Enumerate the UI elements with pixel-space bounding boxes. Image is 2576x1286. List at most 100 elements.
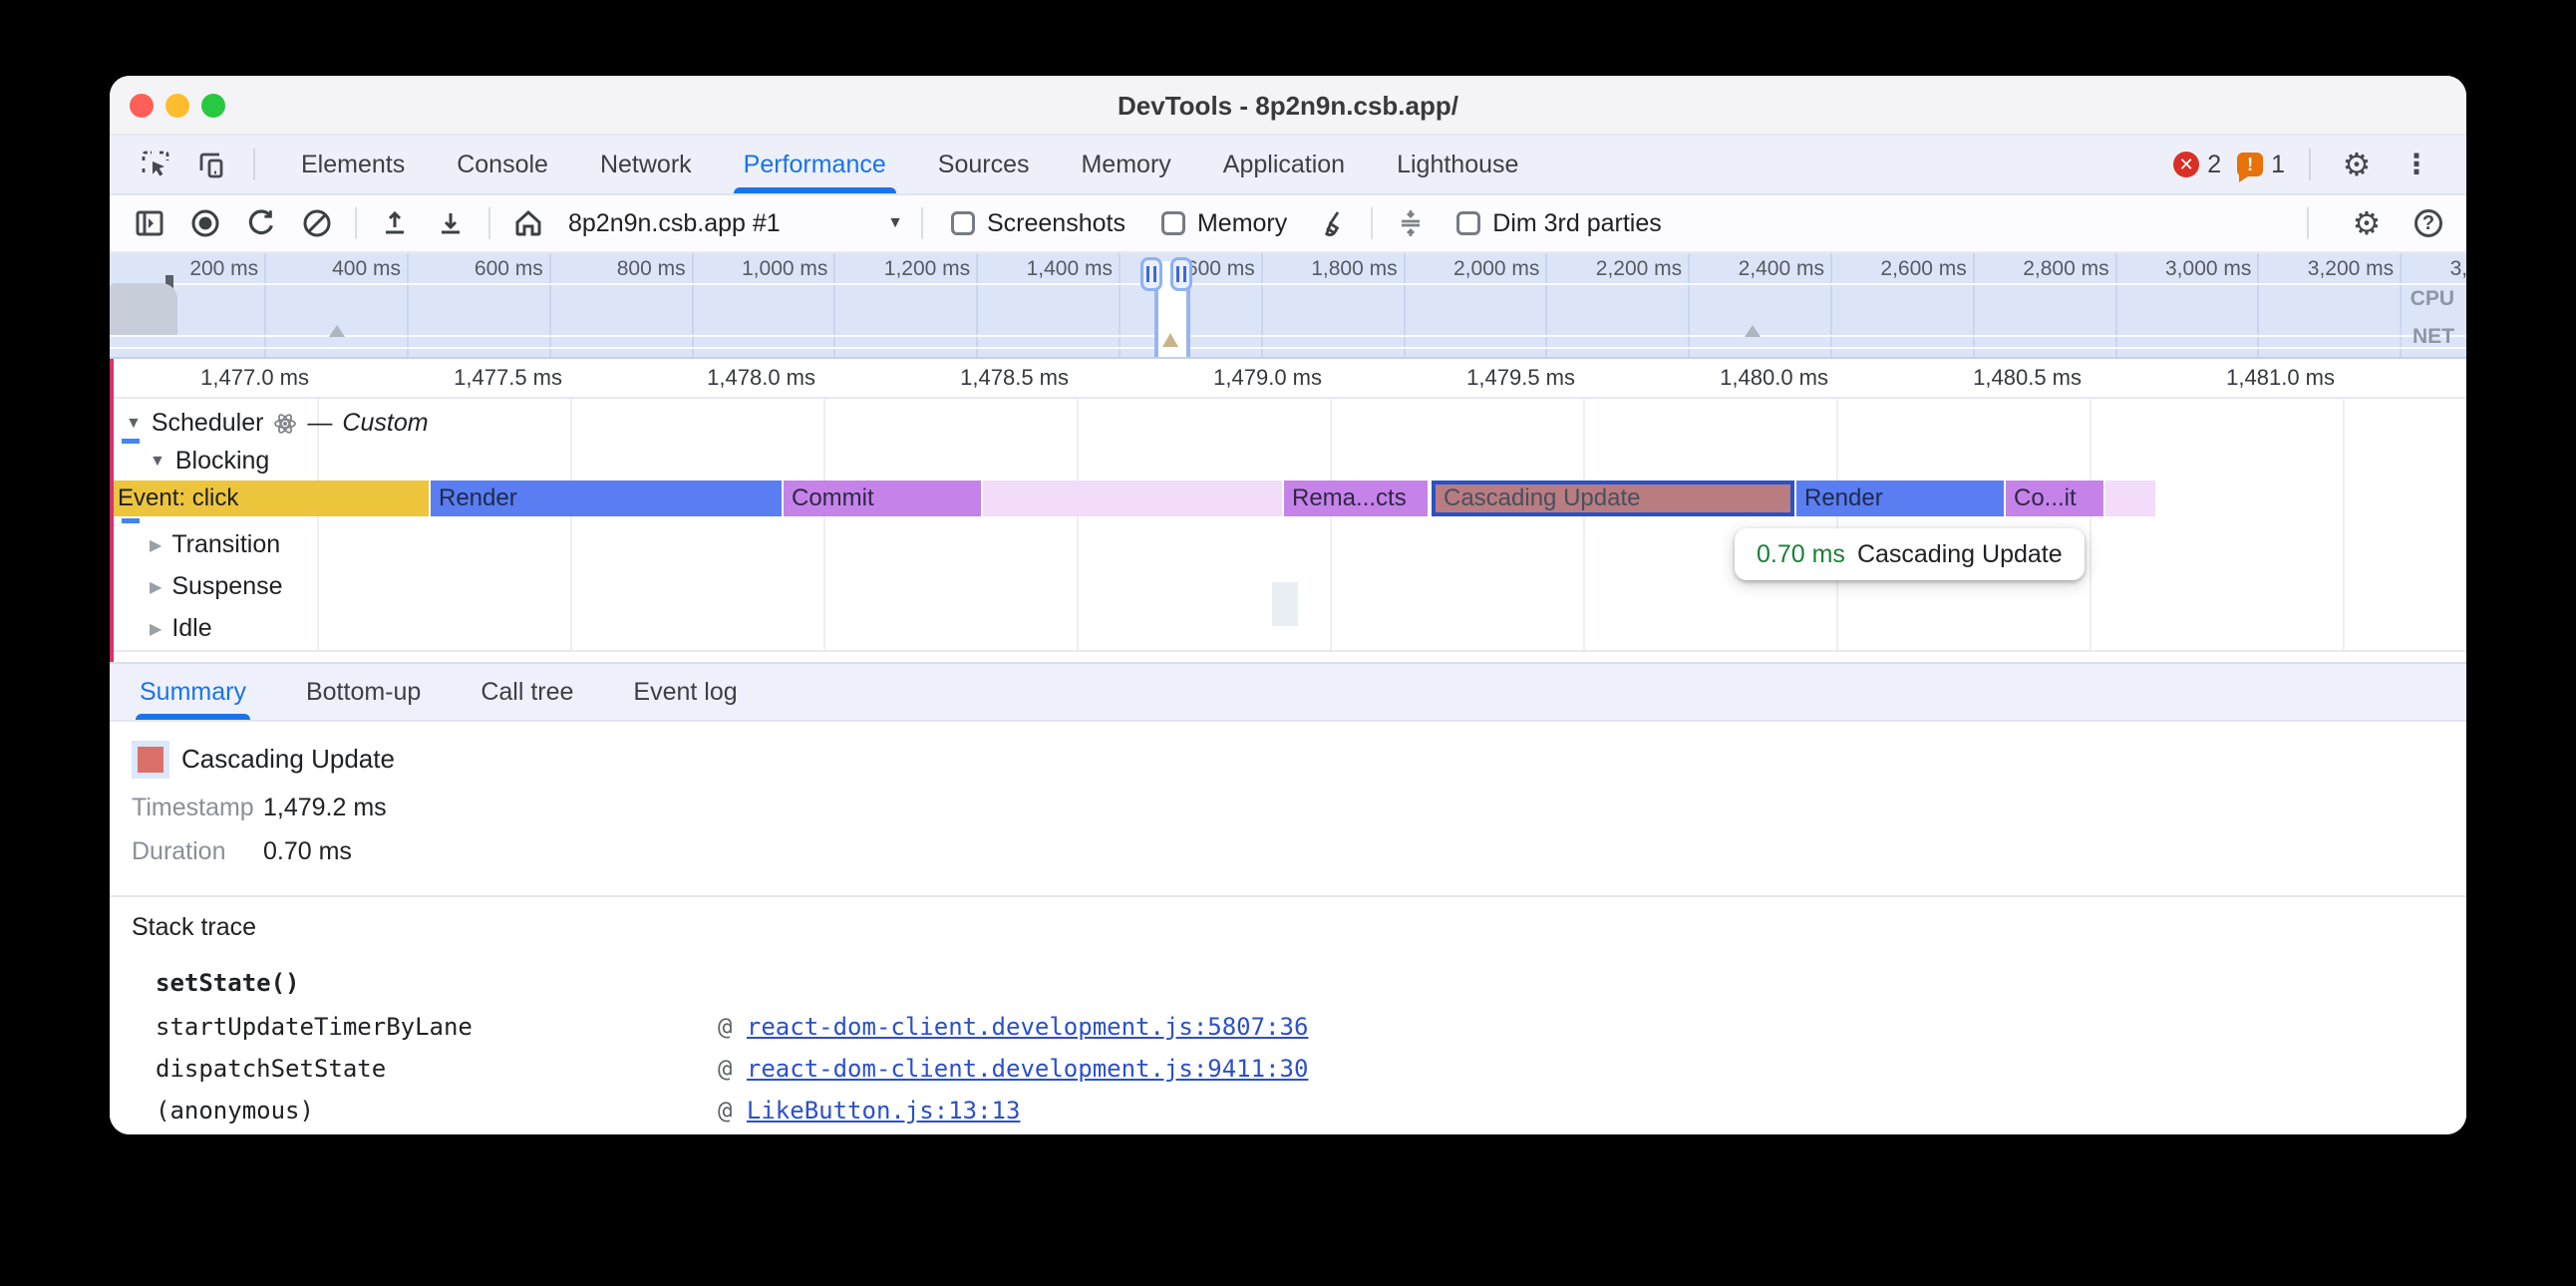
scrubber-right-handle[interactable]	[1170, 257, 1192, 291]
timeline-overview[interactable]: CPU NET 200 ms400 ms600 ms800 ms1,000 ms…	[110, 253, 2466, 359]
triangle-collapsed-icon[interactable]: ▶	[150, 577, 161, 597]
more-options-icon[interactable]: ⋮	[2395, 143, 2438, 186]
flame-bar-label: Commit	[792, 484, 874, 511]
event-color-swatch	[138, 747, 163, 773]
details-tab-summary[interactable]: Summary	[140, 664, 246, 720]
summary-title: Cascading Update	[181, 744, 395, 775]
triangle-collapsed-icon[interactable]: ▶	[150, 535, 161, 555]
device-toolbar-icon[interactable]	[189, 143, 233, 186]
flame-bar-render[interactable]: Render	[429, 481, 782, 516]
overview-marker-icon	[329, 317, 345, 337]
collect-garbage-icon[interactable]	[1311, 201, 1355, 245]
group-idle[interactable]: ▶Idle	[150, 614, 212, 643]
cpu-lane-label: CPU	[2411, 287, 2454, 311]
separator	[488, 207, 490, 239]
flame-bar-co-it[interactable]: Co...it	[2004, 481, 2103, 516]
overview-tick-label: 3,400 ms	[2450, 257, 2466, 281]
stack-trace-header: Stack trace	[132, 913, 256, 942]
tab-sources[interactable]: Sources	[912, 136, 1056, 193]
flame-chart[interactable]: ▼ Scheduler — Custom ▼ Blocking Event: c…	[110, 399, 2466, 662]
overview-gridline	[2115, 253, 2117, 357]
details-tab-bottom-up[interactable]: Bottom-up	[306, 664, 421, 720]
load-profile-icon[interactable]	[373, 201, 417, 245]
group-blocking[interactable]: ▼ Blocking	[150, 447, 269, 476]
chevron-down-icon: ▼	[887, 214, 903, 232]
desktop-background: DevTools - 8p2n9n.csb.app/	[0, 0, 2576, 1286]
toggle-sidebar-icon[interactable]	[128, 201, 171, 245]
overview-gridline	[1545, 253, 1547, 357]
summary-panel: Cascading Update Timestamp1,479.2 msDura…	[110, 724, 2466, 1134]
source-location-link[interactable]: react-dom-client.development.js:9411:30	[747, 1055, 1309, 1083]
help-icon[interactable]: ?	[2415, 209, 2442, 237]
scrubber-left-handle[interactable]	[1140, 257, 1162, 291]
tab-label: Elements	[301, 151, 405, 179]
flame-bar-rema-cts[interactable]: Rema...cts	[1282, 481, 1428, 516]
triangle-collapsed-icon[interactable]: ▶	[150, 619, 161, 639]
checkbox-icon	[1456, 211, 1480, 235]
overview-gridline	[1688, 253, 1690, 357]
tab-elements[interactable]: Elements	[275, 136, 431, 193]
record-icon[interactable]	[183, 201, 227, 245]
memory-checkbox[interactable]: Memory	[1161, 209, 1287, 238]
console-errors-badge[interactable]: ✕ 2	[2173, 151, 2221, 179]
ruler-tick-label: 1,479.5 ms	[1466, 365, 1583, 391]
ruler-tick-label: 1,480.0 ms	[1720, 365, 1836, 391]
overview-marker-icon	[1745, 317, 1761, 337]
summary-row-label: Timestamp	[132, 794, 243, 822]
ruler-tick-label: 1,481.0 ms	[2226, 365, 2343, 391]
screenshots-label: Screenshots	[987, 209, 1126, 238]
scrubber-marker-icon	[1162, 325, 1178, 347]
overview-tick-label: 3,000 ms	[2165, 257, 2257, 281]
overview-gridline	[1261, 253, 1263, 357]
divider	[110, 895, 2466, 897]
source-location-link[interactable]: LikeButton.js:13:13	[747, 1097, 1021, 1125]
details-tab-call-tree[interactable]: Call tree	[481, 664, 573, 720]
tab-memory[interactable]: Memory	[1055, 136, 1196, 193]
capture-settings-gear-icon[interactable]: ⚙	[2345, 201, 2389, 245]
group-label: Transition	[171, 530, 280, 559]
net-lane-label: NET	[2413, 325, 2454, 349]
tab-application[interactable]: Application	[1197, 136, 1371, 193]
triangle-expanded-icon[interactable]: ▼	[126, 415, 142, 433]
settings-gear-icon[interactable]: ⚙	[2335, 143, 2379, 186]
save-profile-icon[interactable]	[429, 201, 473, 245]
track-header-scheduler[interactable]: ▼ Scheduler — Custom	[126, 409, 429, 438]
tab-performance[interactable]: Performance	[718, 136, 912, 193]
clear-icon[interactable]	[295, 201, 339, 245]
tooltip-title: Cascading Update	[1857, 540, 2063, 569]
details-tab-label: Call tree	[481, 678, 573, 707]
tab-label: Application	[1223, 151, 1345, 179]
frame-at: @ react-dom-client.development.js:5807:3…	[718, 1013, 1308, 1041]
target-selector-dropdown[interactable]: 8p2n9n.csb.app #1 ▼	[568, 209, 903, 238]
timeline-cursor-line	[110, 359, 114, 662]
source-location-link[interactable]: react-dom-client.development.js:5807:36	[747, 1013, 1309, 1041]
compress-sampling-icon[interactable]	[1389, 201, 1433, 245]
console-warnings-badge[interactable]: ! 1	[2237, 151, 2285, 179]
chart-gridline	[2343, 399, 2345, 650]
flame-bar-event-click[interactable]: Event: click	[110, 481, 429, 516]
flame-bar-span[interactable]	[2103, 481, 2155, 516]
home-icon[interactable]	[506, 201, 550, 245]
tab-lighthouse[interactable]: Lighthouse	[1371, 136, 1544, 193]
checkbox-icon	[951, 211, 975, 235]
flame-bar-render[interactable]: Render	[1794, 481, 2004, 516]
tab-network[interactable]: Network	[574, 136, 718, 193]
frame-at: @ react-dom-client.development.js:9411:3…	[718, 1055, 1308, 1083]
tab-console[interactable]: Console	[431, 136, 574, 193]
flame-bar-label: Rema...cts	[1292, 484, 1407, 511]
inspect-element-icon[interactable]	[134, 143, 177, 186]
triangle-expanded-icon[interactable]: ▼	[150, 453, 165, 471]
record-and-reload-icon[interactable]	[239, 201, 283, 245]
dim-3rd-parties-checkbox[interactable]: Dim 3rd parties	[1456, 209, 1662, 238]
flame-bar-cascading-update[interactable]: Cascading Update	[1432, 481, 1794, 516]
track-focus-mark	[122, 439, 140, 444]
tab-label: Sources	[938, 151, 1030, 179]
flame-bar-commit[interactable]: Commit	[782, 481, 981, 516]
flame-bar-span[interactable]	[981, 481, 1282, 516]
details-tab-event-log[interactable]: Event log	[633, 664, 737, 720]
details-tab-label: Summary	[140, 678, 246, 707]
group-transition[interactable]: ▶ Transition	[150, 530, 280, 559]
screenshots-checkbox[interactable]: Screenshots	[951, 209, 1126, 238]
group-suspense[interactable]: ▶Suspense	[150, 572, 283, 601]
ruler-tick-label: 1,479.0 ms	[1213, 365, 1330, 391]
